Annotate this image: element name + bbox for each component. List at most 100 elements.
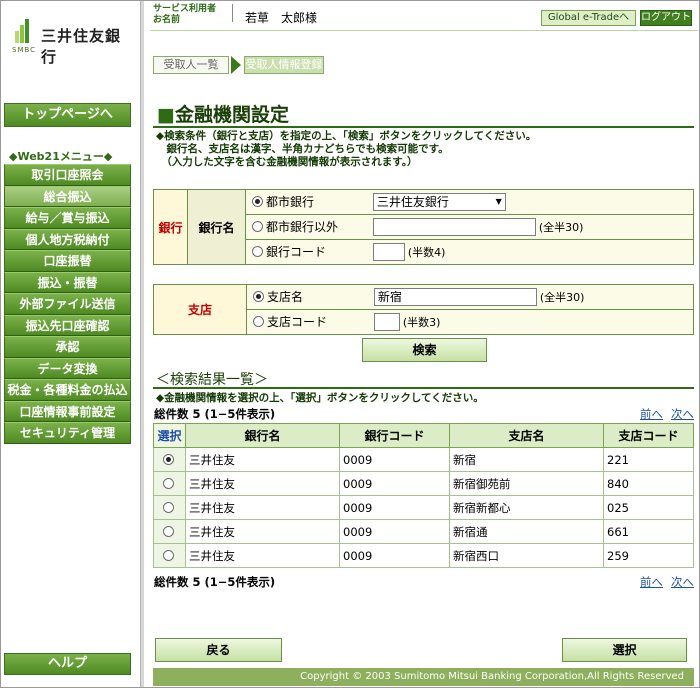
cell-bank-name: 三井住友 xyxy=(185,471,340,496)
col-select: 選択 xyxy=(153,423,186,448)
other-bank-radio[interactable] xyxy=(252,220,263,232)
bank-code-radio[interactable] xyxy=(252,245,263,257)
sidebar-item[interactable]: データ変換 xyxy=(4,357,131,379)
results-instruction: ◆金融機関情報を選択の上、「選択」ボタンをクリックしてください。 xyxy=(156,392,484,404)
cell-bank-name: 三井住友 xyxy=(185,519,340,544)
row-select-cell xyxy=(153,543,186,568)
bank-name-label: 銀行名 xyxy=(187,189,246,265)
row-select-radio[interactable] xyxy=(162,525,174,537)
cell-branch-code: 025 xyxy=(603,495,694,520)
next-link[interactable]: 次へ xyxy=(671,407,694,421)
sidebar-item[interactable]: 給与／賞与振込 xyxy=(4,207,131,229)
table-row[interactable]: 三井住友 0009 新宿 221 xyxy=(153,447,694,472)
sidebar-item[interactable]: 総合振込 xyxy=(4,185,131,207)
table-row[interactable]: 三井住友 0009 新宿西口 259 xyxy=(153,543,694,568)
service-user-label: サービス利用者 お名前 xyxy=(153,4,216,26)
col-branch-code: 支店コード xyxy=(603,423,694,448)
help-button[interactable]: ヘルプ xyxy=(4,653,131,675)
branch-name-input[interactable]: 新宿 xyxy=(373,288,537,307)
cell-bank-code: 0009 xyxy=(339,543,450,568)
cell-branch-name: 新宿 xyxy=(449,447,604,472)
smbc-logo-icon xyxy=(15,19,31,43)
sidebar-item[interactable]: 税金・各種料金の払込 xyxy=(4,379,131,401)
city-bank-value: 三井住友銀行 xyxy=(376,195,449,210)
cell-branch-code: 661 xyxy=(603,519,694,544)
row-select-radio[interactable] xyxy=(162,549,174,561)
table-row[interactable]: 三井住友 0009 新宿新都心 025 xyxy=(153,495,694,520)
sidebar-item[interactable]: 承認 xyxy=(4,336,131,358)
other-bank-note: (全半30) xyxy=(538,220,584,234)
bank-option-city: 都市銀行 三井住友銀行 ▼ xyxy=(245,189,694,215)
city-bank-radio[interactable] xyxy=(252,195,263,207)
sidebar-item[interactable]: セキュリティ管理 xyxy=(4,422,131,444)
city-bank-label: 都市銀行 xyxy=(266,194,315,209)
bank-code-note: (半数4) xyxy=(407,245,446,259)
cell-bank-name: 三井住友 xyxy=(185,447,340,472)
cell-branch-name: 新宿新都心 xyxy=(449,495,604,520)
col-bank-name: 銀行名 xyxy=(185,423,340,448)
copyright-footer: Copyright © 2003 Sumitomo Mitsui Banking… xyxy=(153,668,694,686)
next-link[interactable]: 次へ xyxy=(671,575,694,589)
other-bank-input[interactable] xyxy=(372,218,536,237)
branch-code-note: (半数3) xyxy=(402,315,441,329)
logout-button[interactable]: ログアウト xyxy=(640,10,692,26)
sidebar-item[interactable]: 取引口座照会 xyxy=(4,164,131,186)
service-user-label-line2: お名前 xyxy=(153,15,181,25)
instruction-line: （入力した文字を含む金融機関情報が表示されます。） xyxy=(156,156,418,168)
top-page-button[interactable]: トップページへ xyxy=(4,103,131,127)
user-name: 若草 太郎様 xyxy=(245,11,318,25)
sidebar-item[interactable]: 個人地方税納付 xyxy=(4,228,131,250)
step-recipient-list: 受取人一覧 xyxy=(153,56,229,74)
sidebar-item[interactable]: 口座情報事前設定 xyxy=(4,400,131,422)
pager-bottom: 前へ 次へ xyxy=(632,574,694,590)
bank-search-form: 銀行 銀行名 都市銀行 三井住友銀行 ▼ 都市銀行以外 (全半30) 銀行コード … xyxy=(153,189,694,265)
result-count-bottom: 総件数 5 (1−5件表示) xyxy=(154,575,276,589)
cell-bank-code: 0009 xyxy=(339,447,450,472)
chevron-down-icon: ▼ xyxy=(495,197,502,207)
col-branch-name: 支店名 xyxy=(449,423,604,448)
table-row[interactable]: 三井住友 0009 新宿通 661 xyxy=(153,519,694,544)
branch-search-form: 支店 支店名 新宿 (全半30) 支店コード (半数3) xyxy=(153,284,694,335)
row-select-radio[interactable] xyxy=(162,501,174,513)
back-button[interactable]: 戻る xyxy=(155,638,282,662)
table-row[interactable]: 三井住友 0009 新宿御苑前 840 xyxy=(153,471,694,496)
branch-code-input[interactable] xyxy=(373,313,400,332)
branch-code-radio[interactable] xyxy=(253,315,264,327)
prev-link[interactable]: 前へ xyxy=(640,575,663,589)
sidebar-item[interactable]: 外部ファイル送信 xyxy=(4,293,131,315)
row-select-cell xyxy=(153,471,186,496)
cell-branch-name: 新宿通 xyxy=(449,519,604,544)
global-etrade-button[interactable]: Global e-Tradeへ xyxy=(541,10,636,26)
result-count-top: 総件数 5 (1−5件表示) xyxy=(154,407,276,421)
sidebar-item[interactable]: 振込・振替 xyxy=(4,271,131,293)
page-title-text: 金融機関設定 xyxy=(174,104,289,126)
search-instructions: ◆検索条件（銀行と支店）を指定の上、「検索」ボタンをクリックしてください。 銀行… xyxy=(156,130,536,169)
select-button[interactable]: 選択 xyxy=(562,638,687,662)
row-select-cell xyxy=(153,519,186,544)
search-button[interactable]: 検索 xyxy=(362,338,487,362)
sidebar-item[interactable]: 振込先口座確認 xyxy=(4,314,131,336)
title-rule xyxy=(153,126,694,128)
row-select-radio[interactable] xyxy=(162,477,174,489)
prev-link[interactable]: 前へ xyxy=(640,407,663,421)
header-rule xyxy=(150,30,698,31)
smbc-logo: SMBC 三井住友銀行 xyxy=(11,19,136,66)
branch-name-radio[interactable] xyxy=(253,290,264,302)
row-select-radio[interactable] xyxy=(162,453,174,465)
bank-code-label: 銀行コード xyxy=(266,244,327,259)
bank-option-code: 銀行コード (半数4) xyxy=(245,239,694,265)
city-bank-select[interactable]: 三井住友銀行 ▼ xyxy=(372,193,506,212)
bank-section-label: 銀行 xyxy=(153,189,188,265)
sidebar-menu: 取引口座照会 総合振込 給与／賞与振込 個人地方税納付 口座振替 振込・振替 外部ファイル送… xyxy=(4,164,131,444)
service-user-label-line1: サービス利用者 xyxy=(153,4,217,14)
sidebar-item[interactable]: 口座振替 xyxy=(4,250,131,272)
header-divider xyxy=(232,4,233,22)
bank-option-other: 都市銀行以外 (全半30) xyxy=(245,214,694,240)
bank-name: 三井住友銀行 xyxy=(41,27,122,66)
bank-code-input[interactable] xyxy=(372,243,405,262)
title-square-icon: ■ xyxy=(157,104,175,126)
sidebar-divider xyxy=(140,1,144,687)
branch-section-label: 支店 xyxy=(153,284,247,335)
cell-branch-name: 新宿西口 xyxy=(449,543,604,568)
cell-branch-code: 221 xyxy=(603,447,694,472)
